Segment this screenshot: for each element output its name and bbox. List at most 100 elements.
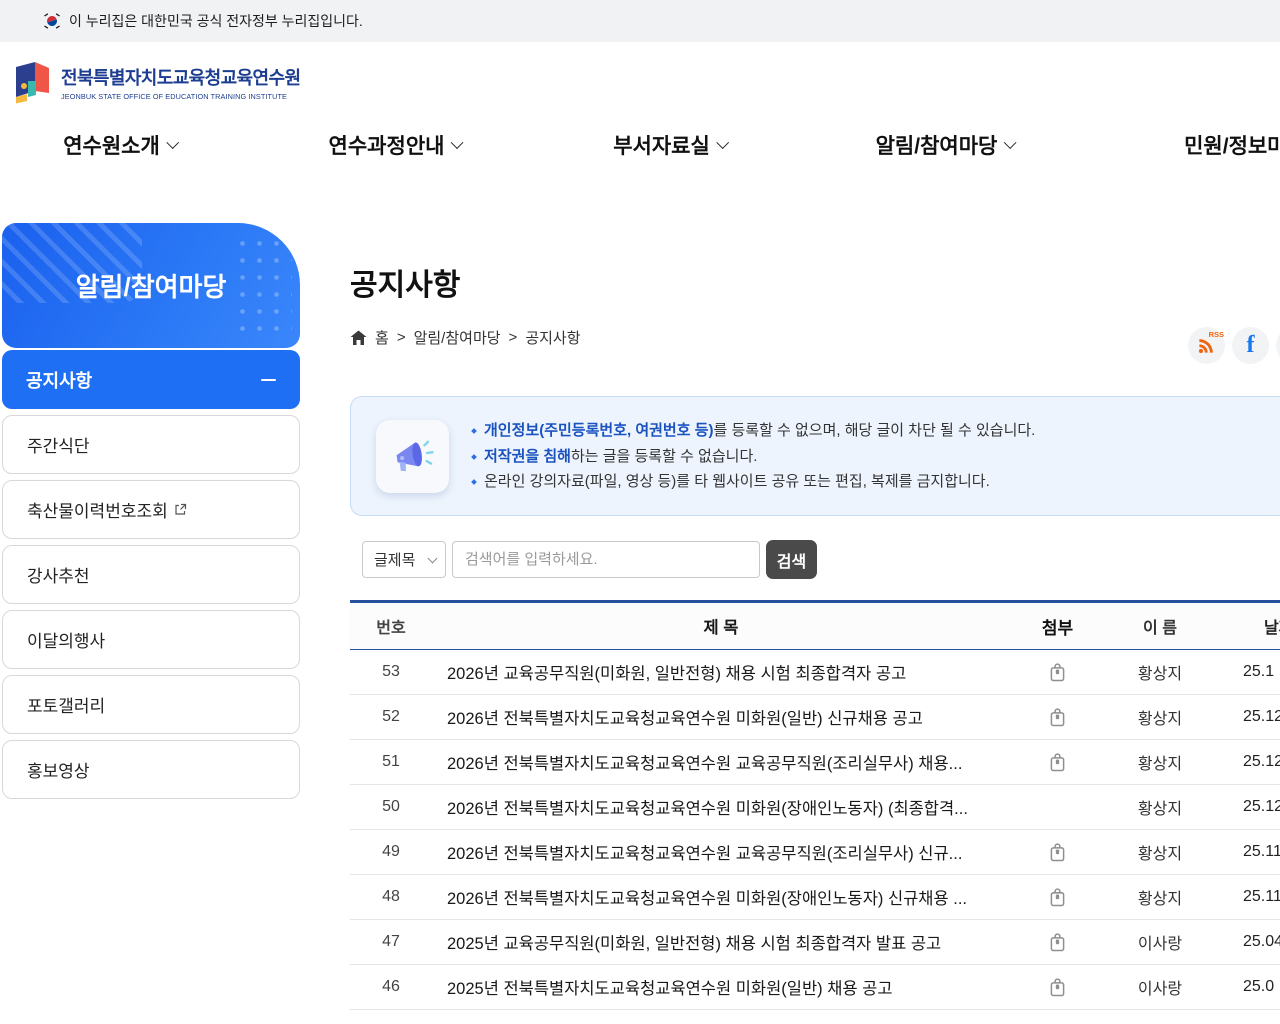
table-row: 49 2026년 전북특별자치도교육청교육연수원 교육공무직원(조리실무사) 신… [350,830,1280,875]
post-title-link[interactable]: 2026년 전북특별자치도교육청교육연수원 교육공무직원(조리실무사) 신규..… [432,840,1010,864]
attachment-icon [1050,932,1065,951]
chevron-down-icon [450,136,464,150]
post-number: 50 [382,798,400,815]
attachment-icon [1050,662,1065,681]
attachment-icon [1050,977,1065,996]
sidebar-title: 알림/참여마당 [2,223,300,348]
attachment-icon [1050,707,1065,726]
post-author: 황상지 [1137,756,1183,773]
breadcrumb: 홈 > 알림/참여마당 > 공지사항 [350,327,581,348]
sidebar-item-photo-gallery[interactable]: 포토갤러리 [2,675,300,734]
post-title-link[interactable]: 2026년 전북특별자치도교육청교육연수원 미화원(장애인노동자) 신규채용 .… [432,885,1010,909]
breadcrumb-section[interactable]: 알림/참여마당 [414,327,501,348]
gov-banner-text: 이 누리집은 대한민국 공식 전자정부 누리집입니다. [69,13,363,29]
share-more-button[interactable] [1276,327,1280,364]
breadcrumb-current: 공지사항 [525,330,581,347]
site-logo[interactable]: 전북특별자치도교육청교육연수원 JEONBUK STATE OFFICE OF … [12,60,301,104]
collapse-minus-icon [261,378,276,381]
attachment-cell [1010,932,1105,952]
logo-subtitle: JEONBUK STATE OFFICE OF EDUCATION TRAINI… [61,91,288,101]
share-buttons: RSS f [1188,327,1280,364]
table-row: 53 2026년 교육공무직원(미화원, 일반전형) 채용 시험 최종합격자 공… [350,650,1280,695]
notice-line: 저작권을 침해하는 글을 등록할 수 없습니다. [471,444,1035,470]
post-title-link[interactable]: 2026년 전북특별자치도교육청교육연수원 교육공무직원(조리실무사) 채용..… [432,750,1010,774]
chevron-down-icon [1003,136,1017,150]
table-row: 46 2025년 전북특별자치도교육청교육연수원 미화원(일반) 채용 공고 이… [350,965,1280,1010]
post-author: 황상지 [1137,801,1183,818]
post-number: 51 [382,753,400,770]
korean-flag-icon [42,11,62,31]
table-row: 48 2026년 전북특별자치도교육청교육연수원 미화원(장애인노동자) 신규채… [350,875,1280,920]
notice-line: 온라인 강의자료(파일, 영상 등)를 타 웹사이트 공유 또는 편집, 복제를… [471,469,1035,495]
megaphone-icon [376,420,449,493]
gov-banner: 이 누리집은 대한민국 공식 전자정부 누리집입니다. [0,0,1280,42]
sidebar-item-monthly-events[interactable]: 이달의행사 [2,610,300,669]
breadcrumb-home[interactable]: 홈 [375,327,389,348]
notice-guidelines-box: 개인정보(주민등록번호, 여권번호 등)를 등록할 수 없으며, 해당 글이 차… [350,396,1280,516]
post-date: 25.11 [1243,843,1280,860]
main-nav: 연수원소개 연수과정안내 부서자료실 알림/참여마당 민원/정보마당 [0,115,1280,179]
table-header-row: 번호 제 목 첨부 이 름 날짜 [350,600,1280,650]
chevron-down-icon [715,136,729,150]
chevron-down-icon [427,553,438,563]
post-title-link[interactable]: 2026년 전북특별자치도교육청교육연수원 미화원(장애인노동자) (최종합격.… [432,795,1010,819]
post-number: 48 [382,888,400,905]
post-title-link[interactable]: 2025년 교육공무직원(미화원, 일반전형) 채용 시험 최종합격자 발표 공… [432,930,1010,954]
nav-item-resources[interactable]: 부서자료실 [613,115,729,179]
table-row: 47 2025년 교육공무직원(미화원, 일반전형) 채용 시험 최종합격자 발… [350,920,1280,965]
search-button[interactable]: 검색 [766,540,817,579]
post-date: 25.11 [1243,888,1280,905]
attachment-cell [1010,842,1105,862]
nav-item-courses[interactable]: 연수과정안내 [329,115,464,179]
sidebar: 알림/참여마당 공지사항 주간식단 축산물이력번호조회 강사추천 이달의행사 포… [2,223,300,805]
attachment-cell [1010,798,1105,817]
post-author: 이사랑 [1137,936,1183,953]
nav-item-civil[interactable]: 민원/정보마당 [1184,115,1280,179]
post-date: 25.04 [1243,933,1280,950]
sidebar-item-livestock-trace[interactable]: 축산물이력번호조회 [2,480,300,539]
post-date: 25.1 [1243,663,1275,680]
attachment-cell [1010,707,1105,727]
nav-item-intro[interactable]: 연수원소개 [63,115,179,179]
post-number: 52 [382,708,400,725]
search-category-select[interactable]: 글제목 [362,541,446,578]
post-title-link[interactable]: 2026년 교육공무직원(미화원, 일반전형) 채용 시험 최종합격자 공고 [432,660,1010,684]
external-link-icon [174,503,187,516]
nav-item-notice[interactable]: 알림/참여마당 [876,115,1017,179]
attachment-icon [1050,842,1065,861]
table-row: 52 2026년 전북특별자치도교육청교육연수원 미화원(일반) 신규채용 공고… [350,695,1280,740]
rss-button[interactable]: RSS [1188,327,1225,364]
notice-guidelines: 개인정보(주민등록번호, 여권번호 등)를 등록할 수 없으며, 해당 글이 차… [471,418,1035,495]
sidebar-item-promo-video[interactable]: 홍보영상 [2,740,300,799]
page-title: 공지사항 [350,269,461,302]
post-date: 25.12 [1243,798,1280,815]
facebook-icon: f [1246,332,1255,358]
home-icon[interactable] [350,330,367,346]
attachment-cell [1010,752,1105,772]
sidebar-item-notice-active[interactable]: 공지사항 [2,350,300,409]
facebook-button[interactable]: f [1232,327,1269,364]
table-row: 50 2026년 전북특별자치도교육청교육연수원 미화원(장애인노동자) (최종… [350,785,1280,830]
post-date: 25.0 [1243,978,1275,995]
logo-title: 전북특별자치도교육청교육연수원 [61,67,301,88]
attachment-cell [1010,887,1105,907]
sidebar-item-weekly-menu[interactable]: 주간식단 [2,415,300,474]
chevron-down-icon [165,136,179,150]
post-author: 황상지 [1137,711,1183,728]
post-date: 25.12 [1243,753,1280,770]
attachment-cell [1010,977,1105,997]
attachment-icon [1050,752,1065,771]
notice-board-table: 번호 제 목 첨부 이 름 날짜 53 2026년 교육공무직원(미화원, 일반… [350,600,1280,1010]
table-row: 51 2026년 전북특별자치도교육청교육연수원 교육공무직원(조리실무사) 채… [350,740,1280,785]
post-number: 46 [382,978,400,995]
post-number: 47 [382,933,400,950]
post-title-link[interactable]: 2026년 전북특별자치도교육청교육연수원 미화원(일반) 신규채용 공고 [432,705,1010,729]
post-title-link[interactable]: 2025년 전북특별자치도교육청교육연수원 미화원(일반) 채용 공고 [432,975,1010,999]
notice-line: 개인정보(주민등록번호, 여권번호 등)를 등록할 수 없으며, 해당 글이 차… [471,418,1035,444]
post-date: 25.12 [1243,708,1280,725]
sidebar-item-lecturer[interactable]: 강사추천 [2,545,300,604]
board-search: 글제목 검색 [362,540,817,579]
search-input[interactable] [452,541,760,578]
logo-mark-icon [12,60,52,104]
post-author: 황상지 [1137,666,1183,683]
